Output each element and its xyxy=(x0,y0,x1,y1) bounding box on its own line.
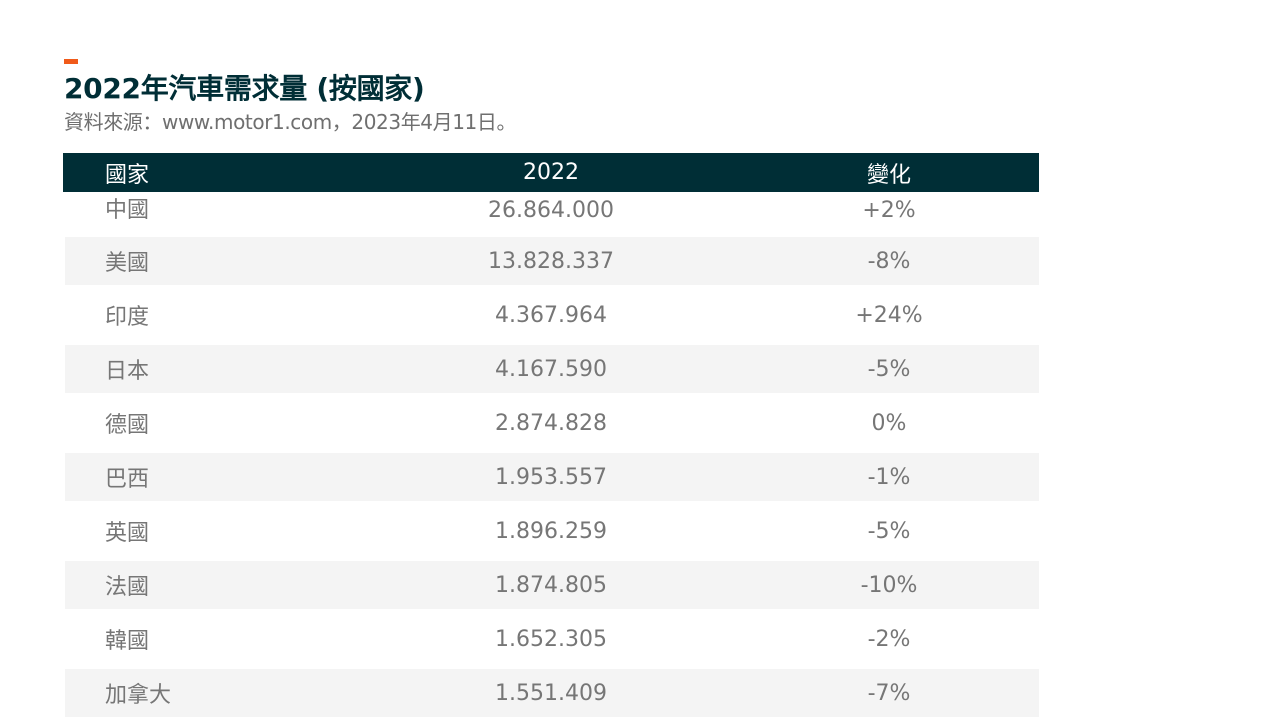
cell-change: +24% xyxy=(855,302,923,328)
cell-value: 1.551.409 xyxy=(495,680,607,706)
cell-change: -2% xyxy=(867,626,911,652)
cell-value: 1.953.557 xyxy=(495,464,607,490)
table-row: 美國 13.828.337 -8% xyxy=(65,237,1039,285)
demand-table: 國家 2022 變化 中國 26.864.000 +2% 美國 13.828.3… xyxy=(63,153,1039,717)
cell-value: 4.167.590 xyxy=(495,356,607,382)
cell-change: -7% xyxy=(867,680,911,706)
table-row: 印度 4.367.964 +24% xyxy=(63,285,1039,345)
header-country: 國家 xyxy=(105,162,150,188)
page-title: 2022年汽車需求量 (按國家) xyxy=(64,72,425,105)
cell-country: 韓國 xyxy=(105,629,150,654)
cell-country: 印度 xyxy=(105,305,150,330)
cell-change: 0% xyxy=(871,410,907,436)
cell-value: 13.828.337 xyxy=(488,248,614,274)
cell-value: 26.864.000 xyxy=(488,198,614,223)
cell-value: 1.652.305 xyxy=(495,626,607,652)
cell-change: -8% xyxy=(867,248,911,274)
table-row: 巴西 1.953.557 -1% xyxy=(65,453,1039,501)
table-row: 韓國 1.652.305 -2% xyxy=(63,609,1039,669)
cell-value: 1.874.805 xyxy=(495,572,607,598)
cell-value: 1.896.259 xyxy=(495,518,607,544)
cell-country: 英國 xyxy=(105,521,150,546)
table-row: 中國 26.864.000 +2% xyxy=(63,192,1039,237)
table-row: 英國 1.896.259 -5% xyxy=(63,501,1039,561)
table-row: 加拿大 1.551.409 -7% xyxy=(65,669,1039,717)
cell-country: 加拿大 xyxy=(105,683,172,708)
cell-change: -10% xyxy=(860,572,918,598)
table-row: 日本 4.167.590 -5% xyxy=(65,345,1039,393)
cell-country: 日本 xyxy=(105,359,150,384)
cell-country: 美國 xyxy=(105,251,150,276)
slide: 2022年汽車需求量 (按國家) 資料來源：www.motor1.com，202… xyxy=(0,0,1280,720)
header-change: 變化 xyxy=(866,162,911,188)
source-subtitle: 資料來源：www.motor1.com，2023年4月11日。 xyxy=(64,110,517,134)
cell-change: -5% xyxy=(867,518,911,544)
cell-country: 法國 xyxy=(105,575,150,600)
header-year: 2022 xyxy=(523,160,579,185)
cell-value: 4.367.964 xyxy=(495,302,607,328)
accent-bar xyxy=(64,59,78,64)
cell-value: 2.874.828 xyxy=(495,410,607,436)
table-row: 法國 1.874.805 -10% xyxy=(65,561,1039,609)
table-row: 德國 2.874.828 0% xyxy=(63,393,1039,453)
cell-change: -1% xyxy=(867,464,911,490)
cell-change: -5% xyxy=(867,356,911,382)
table-header: 國家 2022 變化 xyxy=(63,153,1039,192)
cell-country: 德國 xyxy=(105,413,150,438)
cell-country: 巴西 xyxy=(105,467,150,492)
cell-country: 中國 xyxy=(105,198,150,223)
cell-change: +2% xyxy=(862,198,916,223)
